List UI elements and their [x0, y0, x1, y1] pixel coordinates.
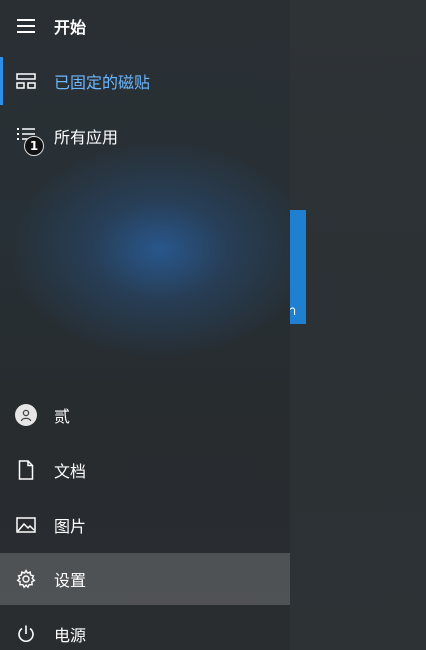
start-menu-pane: 开始 已固定的磁贴 所有应用 1 贰 文档 图片 设置 电源 [0, 0, 290, 650]
pictures-label: 图片 [54, 517, 87, 536]
screen: า 开始 已固定的磁贴 所有应用 1 贰 文档 图片 设置 电源 [0, 0, 426, 650]
documents-item[interactable]: 文档 [0, 444, 290, 496]
nav-all-apps[interactable]: 所有应用 [0, 110, 290, 162]
step-badge: 1 [24, 136, 44, 156]
user-name-label: 贰 [54, 407, 71, 426]
gear-icon [14, 567, 38, 591]
power-label: 电源 [54, 626, 87, 645]
document-icon [14, 458, 38, 482]
desktop-background [290, 0, 426, 650]
power-icon [14, 622, 38, 646]
nav-pinned-tiles[interactable]: 已固定的磁贴 [0, 55, 290, 107]
user-account-item[interactable]: 贰 [0, 389, 290, 441]
settings-label: 设置 [54, 571, 87, 590]
nav-pinned-tiles-label: 已固定的磁贴 [54, 73, 151, 92]
settings-item[interactable]: 设置 [0, 553, 290, 605]
start-title: 开始 [54, 18, 87, 37]
user-avatar-icon [14, 403, 38, 427]
tile-glyph: า [289, 304, 297, 319]
start-header: 开始 [0, 0, 290, 52]
hamburger-icon[interactable] [14, 14, 38, 38]
avatar [15, 404, 37, 426]
pictures-icon [14, 513, 38, 537]
pinned-tiles-icon [14, 69, 38, 93]
pictures-item[interactable]: 图片 [0, 499, 290, 551]
documents-label: 文档 [54, 462, 87, 481]
nav-all-apps-label: 所有应用 [54, 128, 119, 147]
power-item[interactable]: 电源 [0, 608, 290, 650]
